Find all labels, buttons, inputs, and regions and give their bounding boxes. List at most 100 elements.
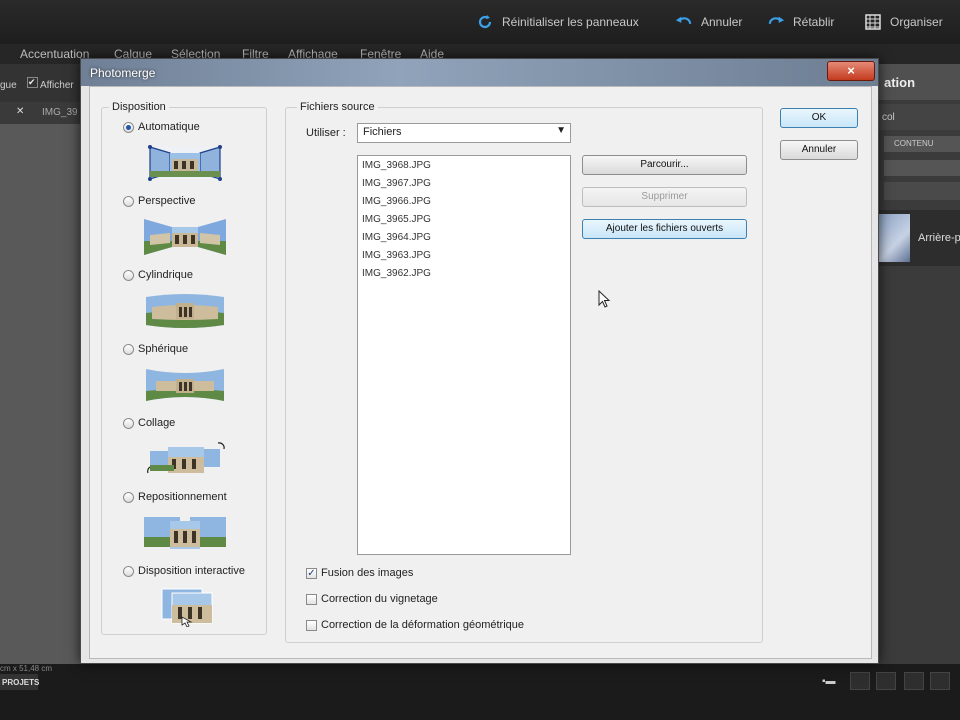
document-tab[interactable]: ✕ IMG_39 — [0, 102, 90, 124]
options-bar: gue ✔ Afficher — [0, 64, 90, 102]
show-checkbox[interactable]: ✔ — [27, 77, 38, 88]
source-files-legend: Fichiers source — [300, 101, 375, 113]
list-item[interactable]: IMG_3964.JPG — [362, 232, 431, 246]
radio-unselected[interactable] — [123, 565, 134, 577]
mode-disposition-interactive[interactable]: Disposition interactive — [123, 564, 245, 578]
reset-panels-button[interactable]: Réinitialiser les panneaux — [476, 12, 639, 32]
remove-button[interactable]: Supprimer — [582, 187, 747, 207]
mode-label: Cylindrique — [138, 269, 194, 281]
option-label: Fusion des images — [321, 567, 414, 579]
panel-tabs: col — [878, 104, 960, 130]
mode-label: Repositionnement — [138, 491, 227, 503]
redo-button[interactable]: Rétablir — [767, 12, 834, 32]
checkbox-unchecked[interactable] — [306, 593, 317, 605]
radio-selected[interactable] — [123, 121, 134, 133]
list-item[interactable]: IMG_3967.JPG — [362, 178, 431, 192]
options-left-label: gue — [0, 80, 17, 91]
cancel-label: Annuler — [801, 144, 837, 155]
mode-automatique[interactable]: Automatique — [123, 120, 200, 134]
radio-unselected[interactable] — [123, 195, 134, 207]
cancel-button[interactable]: Annuler — [780, 140, 858, 160]
file-list[interactable]: IMG_3968.JPG IMG_3967.JPG IMG_3966.JPG I… — [357, 155, 571, 555]
use-select[interactable]: Fichiers ▼ — [357, 123, 571, 143]
adjustment-icon[interactable] — [904, 672, 924, 690]
mode-label: Disposition interactive — [138, 565, 245, 577]
dialog-titlebar[interactable]: Photomerge × — [81, 59, 878, 86]
organizer-label: Organiser — [890, 15, 943, 29]
radio-unselected[interactable] — [123, 269, 134, 281]
mode-label: Perspective — [138, 195, 196, 207]
panel-content-tab[interactable]: CONTENU — [884, 136, 960, 152]
mode-collage[interactable]: Collage — [123, 416, 175, 430]
reset-icon — [476, 13, 494, 31]
checkbox-unchecked[interactable] — [306, 619, 317, 631]
add-open-files-label: Ajouter les fichiers ouverts — [605, 223, 724, 234]
mode-cylindrique[interactable]: Cylindrique — [123, 268, 193, 282]
layer-options-icon[interactable]: ▪▬ — [822, 676, 836, 687]
dialog-body: Disposition Automatique Perspective Cyli… — [89, 86, 872, 659]
reset-panels-label: Réinitialiser les panneaux — [502, 15, 639, 29]
organizer-button[interactable]: Organiser — [864, 12, 943, 32]
canvas-area — [0, 124, 82, 664]
add-open-files-button[interactable]: Ajouter les fichiers ouverts — [582, 219, 747, 239]
radio-unselected[interactable] — [123, 343, 134, 355]
panel-dropdown[interactable] — [884, 182, 960, 200]
browse-label: Parcourir... — [640, 159, 689, 170]
show-label: Afficher — [40, 80, 74, 91]
mode-repositionnement[interactable]: Repositionnement — [123, 490, 227, 504]
undo-button[interactable]: Annuler — [675, 12, 742, 32]
content-tab-label: CONTENU — [894, 139, 934, 148]
mode-perspective[interactable]: Perspective — [123, 194, 195, 208]
menu-accentuation[interactable]: Accentuation — [20, 47, 89, 61]
option-label: Correction du vignetage — [321, 593, 438, 605]
document-tab-label: IMG_39 — [42, 107, 78, 118]
disposition-legend: Disposition — [112, 101, 166, 113]
use-label: Utiliser : — [306, 127, 346, 139]
close-button[interactable]: × — [827, 61, 875, 81]
vignette-correction-option[interactable]: Correction du vignetage — [306, 592, 438, 606]
list-item[interactable]: IMG_3963.JPG — [362, 250, 431, 264]
undo-icon — [675, 13, 693, 31]
blend-images-option[interactable]: ✓ Fusion des images — [306, 566, 413, 580]
panel-dropdown[interactable] — [884, 160, 960, 176]
interactive-preview-icon — [161, 588, 213, 627]
layer-row[interactable]: Arrière-p — [878, 210, 960, 266]
list-item[interactable]: IMG_3968.JPG — [362, 160, 431, 174]
option-label: Correction de la déformation géométrique — [321, 619, 525, 631]
browse-button[interactable]: Parcourir... — [582, 155, 747, 175]
redo-label: Rétablir — [793, 15, 835, 29]
automatique-preview-icon — [148, 145, 222, 181]
list-item[interactable]: IMG_3965.JPG — [362, 214, 431, 228]
collage-preview-icon — [147, 442, 225, 474]
mode-label: Collage — [138, 417, 176, 429]
mode-label: Automatique — [138, 121, 200, 133]
repositionnement-preview-icon — [144, 517, 226, 549]
new-layer-icon[interactable] — [850, 672, 870, 690]
checkbox-checked[interactable]: ✓ — [306, 567, 317, 579]
mouse-cursor-icon — [598, 290, 611, 308]
dialog-title: Photomerge — [90, 66, 156, 80]
geometric-correction-option[interactable]: Correction de la déformation géométrique — [306, 618, 524, 632]
delete-layer-icon[interactable] — [930, 672, 950, 690]
ok-button[interactable]: OK — [780, 108, 858, 128]
mode-spherique[interactable]: Sphérique — [123, 342, 188, 356]
radio-unselected[interactable] — [123, 491, 134, 503]
group-icon[interactable] — [876, 672, 896, 690]
panel-header-label: ation — [884, 75, 916, 90]
app-topbar: Réinitialiser les panneaux Annuler Rétab… — [0, 0, 960, 44]
projects-tab-label: PROJETS — [2, 678, 40, 687]
close-doc-icon[interactable]: ✕ — [16, 106, 24, 117]
mode-label: Sphérique — [138, 343, 189, 355]
list-item[interactable]: IMG_3962.JPG — [362, 268, 431, 282]
radio-unselected[interactable] — [123, 417, 134, 429]
grid-icon — [864, 13, 882, 31]
panel-tab-partial[interactable]: col — [882, 112, 895, 123]
projects-tab[interactable]: PROJETS — [0, 674, 40, 690]
use-select-value: Fichiers — [363, 126, 402, 138]
cylindrique-preview-icon — [146, 294, 224, 328]
list-item[interactable]: IMG_3966.JPG — [362, 196, 431, 210]
perspective-preview-icon — [144, 219, 226, 255]
bottom-bar: cm x 51,48 cm PROJETS ▪▬ — [0, 664, 960, 720]
photomerge-dialog: Photomerge × Disposition Automatique Per… — [80, 58, 879, 664]
panel-header[interactable]: ation — [878, 64, 960, 100]
